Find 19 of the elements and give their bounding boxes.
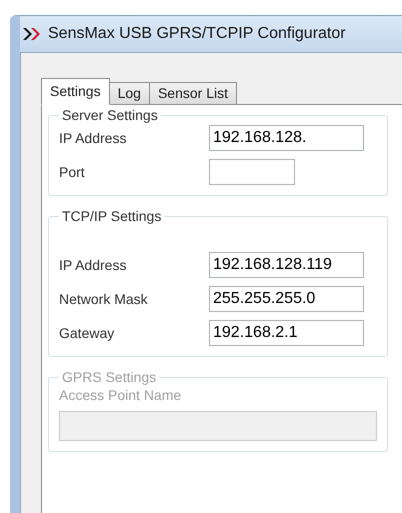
input-field[interactable] — [209, 159, 295, 185]
field-label: Gateway — [59, 325, 116, 341]
field-label: Access Point Name — [59, 387, 182, 403]
group-title: TCP/IP Settings — [61, 208, 162, 224]
window-title: SensMax USB GPRS/TCPIP Configurator — [48, 25, 346, 43]
logo-icon — [22, 27, 42, 41]
input-field[interactable]: 192.168.2.1 — [209, 320, 364, 346]
field-label: IP Address — [59, 257, 128, 273]
field-label: IP Address — [59, 130, 128, 146]
tab[interactable]: Log — [108, 82, 150, 105]
group-title: GPRS Settings — [61, 369, 158, 385]
input-field[interactable]: 255.255.255.0 — [209, 286, 364, 312]
tab[interactable]: Sensor List — [148, 82, 237, 105]
input-field[interactable]: 192.168.128. — [209, 125, 364, 151]
field-label: Network Mask — [59, 291, 149, 307]
group-title: Server Settings — [61, 107, 159, 123]
field-label: Port — [59, 164, 86, 180]
input-field[interactable]: 192.168.128.119 — [209, 252, 364, 278]
tab[interactable]: Settings — [41, 78, 110, 105]
